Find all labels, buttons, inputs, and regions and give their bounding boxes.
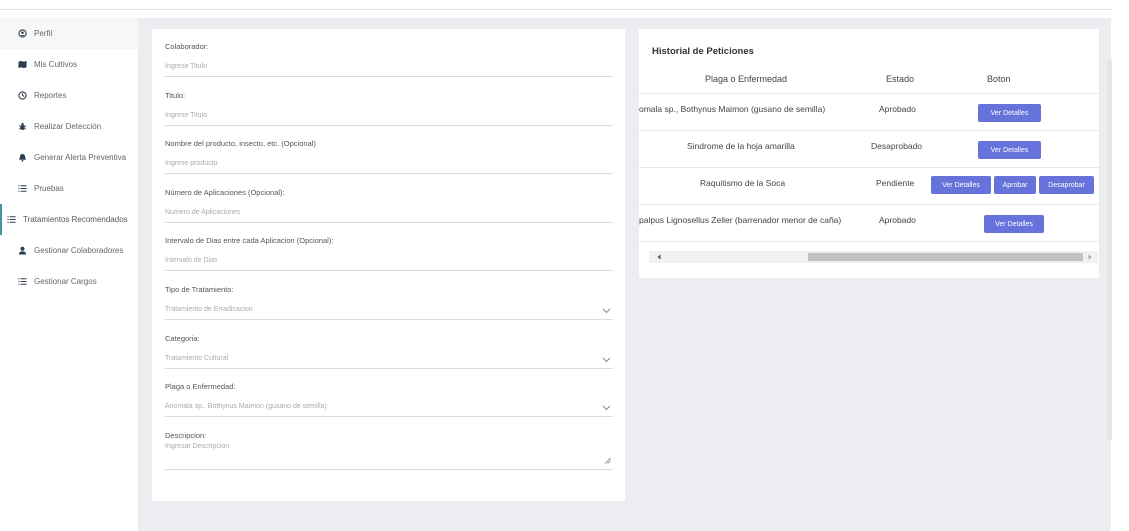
- plaga-select[interactable]: Anomala sp., Bothynus Maimon (gusano de …: [165, 403, 613, 418]
- ver-detalles-button[interactable]: Ver Detalles: [984, 215, 1044, 233]
- sidebar-item-label: Gestionar Colaboradores: [34, 246, 124, 255]
- sidebar-item-label: Mis Cultivos: [34, 60, 78, 69]
- descripcion-label: Descripcion:: [165, 430, 207, 440]
- sidebar-item-label: Tratamientos Recomendados: [23, 215, 128, 224]
- sidebar-item-perfil[interactable]: Perfil: [0, 18, 138, 49]
- row-plaga: Raquitismo de la Soca: [700, 178, 786, 188]
- chevron-down-icon: [602, 357, 611, 362]
- ver-detalles-button[interactable]: Ver Detalles: [978, 141, 1041, 159]
- row-plaga: Sindrome de la hoja amarilla: [687, 141, 795, 151]
- ver-detalles-button[interactable]: Ver Detalles: [931, 176, 991, 194]
- main-content: Colaborador: Ingrese Titulo Titulo: Ingr…: [138, 18, 1111, 531]
- bug-icon: [17, 122, 27, 132]
- vertical-scrollbar[interactable]: [1107, 60, 1112, 440]
- scrollbar-thumb[interactable]: [808, 253, 1083, 261]
- header-plaga: Plaga o Enfermedad: [705, 74, 788, 84]
- titulo-label: Titulo:: [165, 90, 186, 100]
- sidebar-item-label: Realizar Detección: [34, 122, 102, 131]
- categoria-group: Categoria: Tratamiento Cultural: [165, 330, 613, 379]
- plaga-label: Plaga o Enfermedad:: [165, 382, 236, 392]
- aplicaciones-input[interactable]: Numero de Aplicaciones: [165, 209, 613, 223]
- colaborador-group: Colaborador: Ingrese Titulo: [165, 38, 613, 87]
- descripcion-group: Descripcion: Ingresar Descripcion: [165, 427, 613, 476]
- scroll-left-arrow-icon[interactable]: [655, 253, 663, 261]
- row-plaga: palpus Lignosellus Zeller (barrenador me…: [639, 215, 842, 225]
- user-circle-icon: [17, 29, 27, 39]
- list-icon: [17, 184, 27, 194]
- sidebar-item-realizar-deteccion[interactable]: Realizar Detección: [0, 111, 138, 142]
- bell-icon: [17, 153, 27, 163]
- aprobar-button[interactable]: Aprobar: [994, 176, 1036, 194]
- resize-grip-icon[interactable]: [604, 457, 611, 464]
- descripcion-textarea[interactable]: Ingresar Descripcion: [165, 443, 613, 470]
- sidebar-item-label: Gestionar Cargos: [34, 277, 97, 286]
- sidebar-item-label: Generar Alerta Preventiva: [34, 153, 127, 162]
- sidebar-item-label: Pruebas: [34, 184, 64, 193]
- sidebar-item-gestionar-cargos[interactable]: Gestionar Cargos: [0, 266, 138, 297]
- tipo-label: Tipo de Tratamiento:: [165, 284, 234, 294]
- plaga-group: Plaga o Enfermedad: Anomala sp., Bothynu…: [165, 378, 613, 427]
- sidebar-item-label: Reportes: [34, 91, 67, 100]
- row-estado: Aprobado: [879, 215, 916, 225]
- colaborador-label: Colaborador:: [165, 42, 209, 51]
- chevron-down-icon: [602, 308, 611, 314]
- ver-detalles-button[interactable]: Ver Detalles: [978, 104, 1041, 122]
- row-estado: Desaprobado: [871, 141, 923, 151]
- chevron-down-icon: [602, 405, 611, 411]
- list-icon: [17, 277, 27, 287]
- table-row: omala sp., Bothynus Maimon (gusano de se…: [639, 94, 1099, 131]
- row-plaga: omala sp., Bothynus Maimon (gusano de se…: [639, 104, 826, 114]
- tipo-select[interactable]: Tratamiento de Erradicacion: [165, 306, 613, 320]
- tipo-group: Tipo de Tratamiento: Tratamiento de Erra…: [165, 281, 613, 330]
- sidebar-item-gestionar-colaboradores[interactable]: Gestionar Colaboradores: [0, 235, 138, 266]
- table-row: palpus Lignosellus Zeller (barrenador me…: [639, 205, 1099, 242]
- table-row: Raquitismo de la Soca Pendiente Ver Deta…: [639, 168, 1099, 205]
- sidebar-item-mis-cultivos[interactable]: Mis Cultivos: [0, 49, 138, 80]
- aplicaciones-group: Número de Aplicaciones (Opcional): Numer…: [165, 184, 613, 233]
- desaprobar-button[interactable]: Desaprobar: [1039, 176, 1094, 194]
- map-icon: [17, 60, 27, 70]
- aplicaciones-label: Número de Aplicaciones (Opcional):: [165, 187, 285, 197]
- sidebar-item-pruebas[interactable]: Pruebas: [0, 173, 138, 204]
- producto-input[interactable]: Ingrese producto: [165, 160, 613, 175]
- titulo-input[interactable]: Ingrese Titulo: [165, 112, 613, 126]
- row-estado: Pendiente: [876, 178, 915, 188]
- intervalo-group: Intervalo de Dias entre cada Aplicacion …: [165, 232, 613, 281]
- horizontal-scrollbar[interactable]: [649, 251, 1098, 263]
- producto-group: Nombre del producto, insecto, etc. (Opci…: [165, 135, 613, 184]
- row-estado: Aprobado: [879, 104, 916, 114]
- scroll-right-arrow-icon[interactable]: [1086, 253, 1094, 261]
- user-icon: [17, 246, 27, 256]
- titulo-group: Titulo: Ingrese Titulo: [165, 87, 613, 136]
- colaborador-field[interactable]: Ingrese Titulo: [165, 63, 613, 77]
- list-icon: [6, 215, 16, 225]
- sidebar-item-tratamientos-recomendados[interactable]: Tratamientos Recomendados: [0, 204, 138, 235]
- treatment-form: Colaborador: Ingrese Titulo Titulo: Ingr…: [152, 29, 625, 501]
- header-boton: Boton: [987, 74, 1011, 84]
- categoria-label: Categoria:: [165, 333, 200, 343]
- intervalo-input[interactable]: Intervalo de Dias: [165, 257, 613, 272]
- historial-card: Historial de Peticiones Plaga o Enfermed…: [639, 29, 1099, 278]
- historial-title: Historial de Peticiones: [652, 46, 754, 57]
- sidebar-item-reportes[interactable]: Reportes: [0, 80, 138, 111]
- header-estado: Estado: [886, 74, 915, 84]
- clock-icon: [17, 91, 27, 101]
- top-divider: [0, 9, 1112, 10]
- intervalo-label: Intervalo de Dias entre cada Aplicacion …: [165, 236, 334, 246]
- sidebar: Perfil Mis Cultivos Reportes Realizar De…: [0, 18, 138, 531]
- producto-label: Nombre del producto, insecto, etc. (Opci…: [165, 139, 316, 149]
- sidebar-item-label: Perfil: [34, 29, 53, 38]
- categoria-select[interactable]: Tratamiento Cultural: [165, 355, 613, 369]
- sidebar-item-generar-alerta[interactable]: Generar Alerta Preventiva: [0, 142, 138, 173]
- table-row: Sindrome de la hoja amarilla Desaprobado…: [639, 131, 1099, 168]
